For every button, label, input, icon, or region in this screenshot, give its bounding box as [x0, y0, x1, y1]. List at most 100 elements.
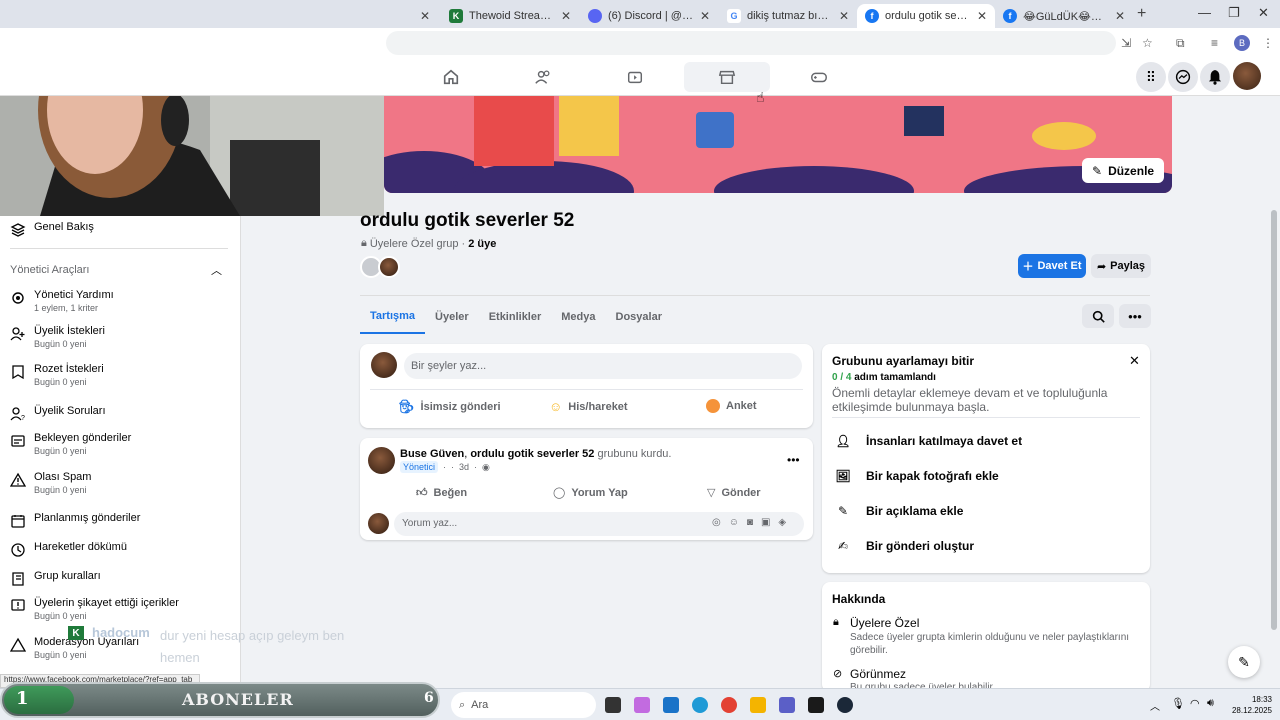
- sidebar-item-scheduled-posts[interactable]: Planlanmış gönderiler: [10, 512, 140, 529]
- sidebar-item-overview[interactable]: Genel Bakış: [10, 221, 94, 238]
- tab-events[interactable]: Etkinlikler: [479, 300, 552, 334]
- wifi-icon[interactable]: ◠: [1190, 697, 1200, 710]
- tab-files[interactable]: Dosyalar: [606, 300, 672, 334]
- obs-icon[interactable]: [808, 697, 824, 713]
- tab-previous[interactable]: ✕: [386, 4, 438, 28]
- tab-facebook-group[interactable]: f ordulu gotik severler 52 | ✕: [857, 4, 995, 28]
- comment-tool-icons[interactable]: ◎☺◙▣◈: [712, 517, 794, 528]
- tab-title: ordulu gotik severler 52 |: [885, 10, 971, 22]
- file-explorer-icon[interactable]: [750, 697, 766, 713]
- sidebar-item-reported-content[interactable]: Üyelerin şikayet ettiği içerikler Bugün 0…: [10, 597, 179, 621]
- teams-icon[interactable]: [779, 697, 795, 713]
- tab-google[interactable]: G dikiş tutmaz bıçak - Goo ✕: [719, 4, 857, 28]
- close-icon[interactable]: ✕: [1115, 9, 1125, 23]
- avatar[interactable]: [371, 352, 397, 378]
- sidebar-item-activity-log[interactable]: Hareketler dökümü: [10, 541, 127, 558]
- tab-title: (6) Discord | @gumburtu: [608, 10, 694, 22]
- setup-item-cover[interactable]: 🖼︎ Bir kapak fotoğrafı ekle: [832, 465, 998, 487]
- sidebar-item-potential-spam[interactable]: Olası Spam Bugün 0 yeni: [10, 471, 91, 495]
- post-author[interactable]: Buse Güven: [400, 448, 464, 460]
- invite-button[interactable]: ＋ Davet Et: [1018, 254, 1086, 278]
- comment-button[interactable]: ◯ Yorum Yap: [553, 486, 628, 500]
- chrome-icon[interactable]: [721, 697, 737, 713]
- clock[interactable]: 18:33 28.12.2025: [1222, 694, 1272, 716]
- setup-item-invite[interactable]: 👤︎ İnsanları katılmaya davet et: [832, 430, 1022, 452]
- address-bar[interactable]: [386, 31, 1116, 55]
- tab-thewoid[interactable]: K Thewoid Stream - Watch ✕: [441, 4, 579, 28]
- poll-button[interactable]: Anket: [706, 399, 757, 413]
- chevron-up-icon[interactable]: ︿: [1150, 698, 1160, 713]
- bookmark-star-icon[interactable]: ☆: [1142, 36, 1153, 50]
- volume-icon[interactable]: 🔊︎: [1207, 697, 1214, 710]
- more-horizontal-icon[interactable]: •••: [787, 453, 800, 467]
- nav-video[interactable]: [592, 62, 678, 92]
- microphone-icon[interactable]: 🎙︎: [1171, 697, 1185, 710]
- new-message-button[interactable]: ✎: [1228, 646, 1260, 678]
- tab-facebook-guldu[interactable]: f 😂GüLdÜK😂GüLdÜrDü ✕: [995, 4, 1133, 28]
- group-member-count[interactable]: 2 üye: [468, 238, 496, 250]
- composer-input[interactable]: Bir şeyler yaz...: [404, 353, 802, 379]
- copilot-icon[interactable]: [634, 697, 650, 713]
- restore-icon[interactable]: ❐: [1228, 5, 1240, 21]
- sidebar-section-admin-tools[interactable]: Yönetici Araçları: [10, 264, 89, 276]
- like-button[interactable]: 👍︎ Beğen: [416, 486, 468, 500]
- send-button[interactable]: ▽ Gönder: [707, 486, 761, 500]
- edge-icon[interactable]: [692, 697, 708, 713]
- avatar[interactable]: [368, 513, 389, 534]
- tab-members[interactable]: Üyeler: [425, 300, 479, 334]
- nav-friends[interactable]: [500, 62, 586, 92]
- nav-home[interactable]: [408, 62, 494, 92]
- user-avatar[interactable]: [1233, 62, 1261, 90]
- tab-media[interactable]: Medya: [551, 300, 605, 334]
- setup-item-post[interactable]: ✍︎ Bir gönderi oluştur: [832, 535, 974, 557]
- sidebar-item-pending-posts[interactable]: Bekleyen gönderiler Bugün 0 yeni: [10, 432, 131, 456]
- edit-cover-button[interactable]: ✎ Düzenle: [1082, 158, 1165, 183]
- close-icon[interactable]: ✕: [420, 9, 430, 23]
- action-label: Beğen: [433, 486, 468, 499]
- sidebar-item-membership-questions[interactable]: ? Üyelik Soruları: [10, 405, 106, 422]
- steam-icon[interactable]: [837, 697, 853, 713]
- notifications-button[interactable]: [1200, 62, 1230, 92]
- outlook-icon[interactable]: [663, 697, 679, 713]
- avatar[interactable]: [368, 447, 395, 474]
- taskbar-search[interactable]: ⌕ Ara: [451, 692, 596, 718]
- minimize-icon[interactable]: —: [1198, 5, 1211, 20]
- media-control-icon[interactable]: ≡: [1211, 36, 1218, 50]
- close-icon[interactable]: ✕: [839, 9, 849, 23]
- nav-marketplace[interactable]: [684, 62, 770, 92]
- group-privacy[interactable]: Üyelere Özel grup: [370, 238, 459, 250]
- anonymous-post-button[interactable]: 🕵︎ İsimsiz gönderi: [398, 399, 501, 415]
- profile-avatar[interactable]: B: [1234, 35, 1250, 51]
- avatar[interactable]: [378, 256, 400, 278]
- post-time[interactable]: 3d: [459, 462, 469, 472]
- comment-input[interactable]: Yorum yaz... ◎☺◙▣◈: [394, 512, 804, 536]
- install-app-icon[interactable]: ⇲: [1121, 36, 1131, 50]
- more-options-button[interactable]: •••: [1119, 304, 1151, 328]
- task-view-icon[interactable]: [605, 697, 621, 713]
- nav-gaming[interactable]: [776, 62, 862, 92]
- sidebar-item-membership-requests[interactable]: Üyelik İstekleri Bugün 0 yeni: [10, 325, 105, 349]
- close-icon[interactable]: ✕: [700, 9, 710, 23]
- extensions-icon[interactable]: ⧉: [1176, 36, 1185, 51]
- search-button[interactable]: [1082, 304, 1114, 328]
- sidebar-item-group-rules[interactable]: Grup kuralları: [10, 570, 101, 587]
- close-icon[interactable]: ✕: [561, 9, 571, 23]
- sidebar-item-badge-requests[interactable]: Rozet İstekleri Bugün 0 yeni: [10, 363, 104, 387]
- close-window-icon[interactable]: ✕: [1258, 5, 1269, 21]
- scrollbar[interactable]: [1271, 210, 1277, 630]
- close-icon[interactable]: ✕: [1129, 353, 1140, 369]
- menu-kebab-icon[interactable]: ⋮: [1262, 36, 1274, 50]
- close-icon[interactable]: ✕: [977, 9, 987, 23]
- post-group-link[interactable]: ordulu gotik severler 52: [470, 448, 594, 460]
- sidebar-item-admin-help[interactable]: Yönetici Yardımı 1 eylem, 1 kriter: [10, 289, 114, 313]
- tab-discord[interactable]: (6) Discord | @gumburtu ✕: [580, 4, 718, 28]
- setup-item-description[interactable]: ✎ Bir açıklama ekle: [832, 500, 963, 522]
- messenger-button[interactable]: [1168, 62, 1198, 92]
- new-tab-icon[interactable]: +: [1137, 5, 1146, 23]
- taskbar-search-label: Ara: [471, 699, 489, 711]
- share-button[interactable]: ➦ Paylaş: [1091, 254, 1151, 278]
- menu-grid-button[interactable]: ⠿: [1136, 62, 1166, 92]
- tab-discussion[interactable]: Tartışma: [360, 300, 426, 334]
- feeling-activity-button[interactable]: ☺ His/hareket: [549, 399, 628, 414]
- chevron-up-icon[interactable]: ︿: [211, 262, 222, 278]
